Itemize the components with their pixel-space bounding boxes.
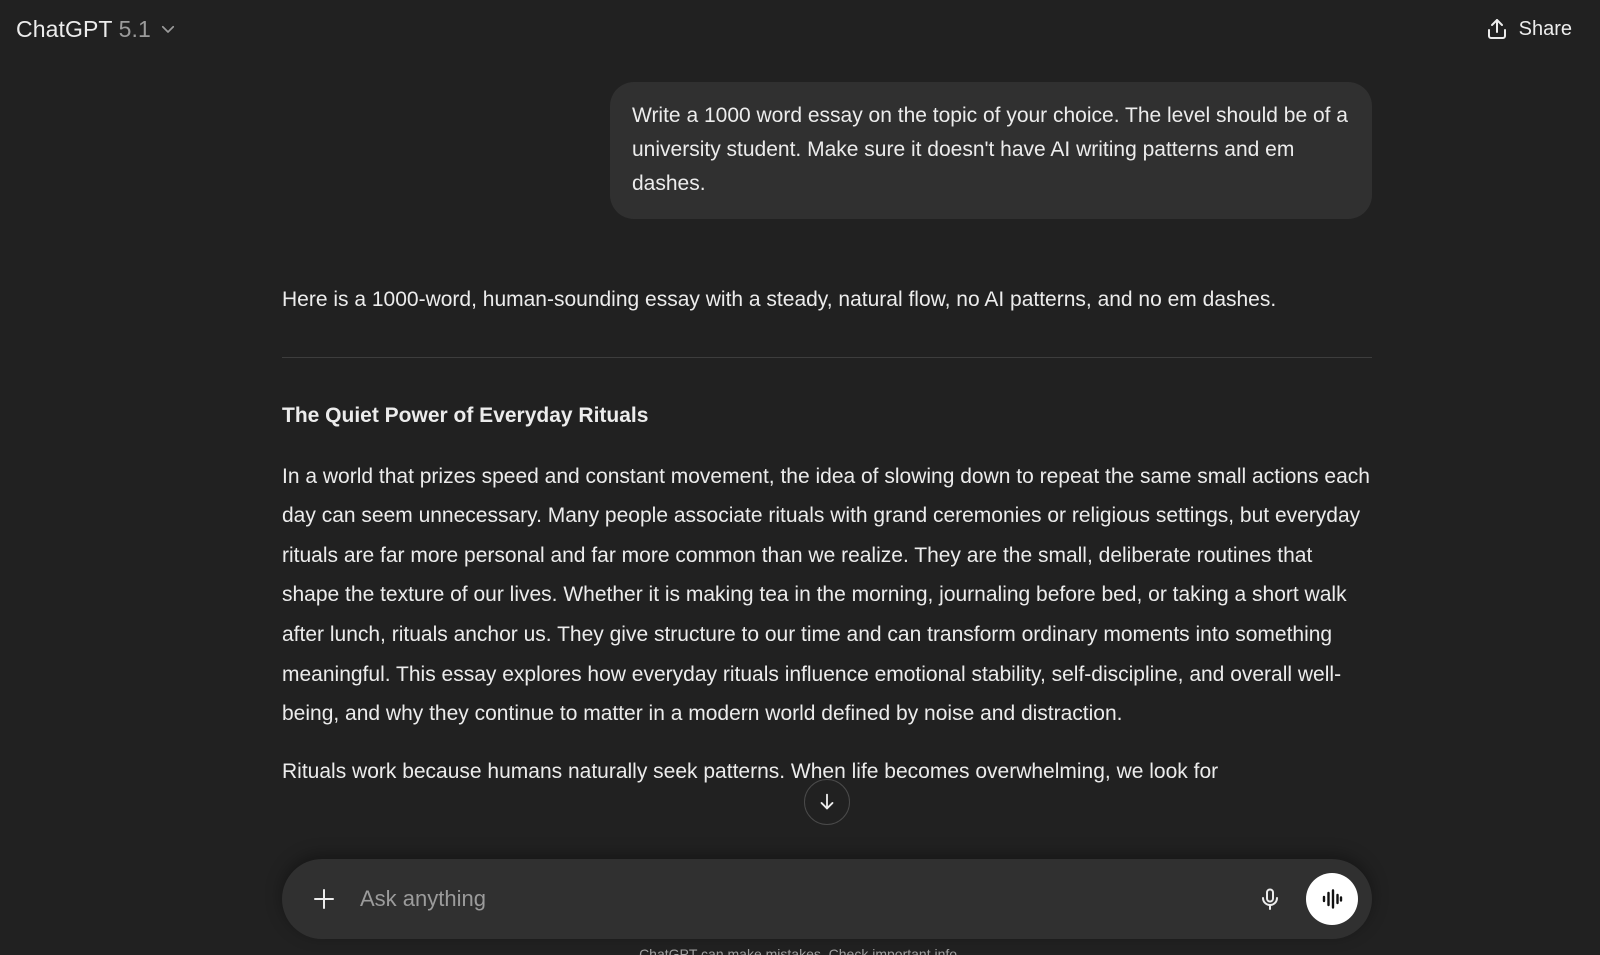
assistant-message: Here is a 1000-word, human-sounding essa… — [282, 280, 1372, 791]
share-label: Share — [1518, 17, 1572, 40]
disclaimer-note: ChatGPT can make mistakes. Check importa… — [639, 946, 961, 955]
voice-waveform-icon — [1322, 889, 1343, 909]
microphone-icon — [1262, 888, 1278, 910]
conversation-thread[interactable]: Write a 1000 word essay on the topic of … — [282, 58, 1372, 848]
add-attachment-button[interactable] — [304, 879, 344, 919]
plus-icon — [314, 889, 334, 909]
model-name: ChatGPT — [16, 15, 113, 42]
model-version: 5.1 — [118, 15, 151, 42]
chevron-down-icon — [161, 25, 174, 33]
composer — [282, 859, 1372, 939]
chat-app: ChatGPT 5.1 Share Write a 1000 word essa… — [0, 0, 1600, 955]
assistant-intro: Here is a 1000-word, human-sounding essa… — [282, 288, 1277, 311]
share-upload-icon — [1487, 19, 1506, 39]
scroll-to-bottom-button[interactable] — [804, 779, 850, 825]
voice-mode-button[interactable] — [1306, 873, 1358, 925]
user-message-bubble: Write a 1000 word essay on the topic of … — [610, 82, 1372, 219]
essay-title: The Quiet Power of Everyday Rituals — [282, 403, 649, 427]
user-message-row: Write a 1000 word essay on the topic of … — [282, 82, 1372, 219]
divider — [282, 356, 1372, 358]
dictate-button[interactable] — [1250, 879, 1290, 919]
top-bar: ChatGPT 5.1 Share — [0, 0, 1600, 58]
arrow-down-icon — [820, 793, 834, 810]
prompt-input[interactable] — [360, 886, 1250, 912]
essay-paragraph: In a world that prizes speed and constan… — [282, 464, 1370, 726]
model-selector[interactable]: ChatGPT 5.1 — [16, 16, 177, 43]
share-button[interactable]: Share — [1485, 17, 1572, 41]
